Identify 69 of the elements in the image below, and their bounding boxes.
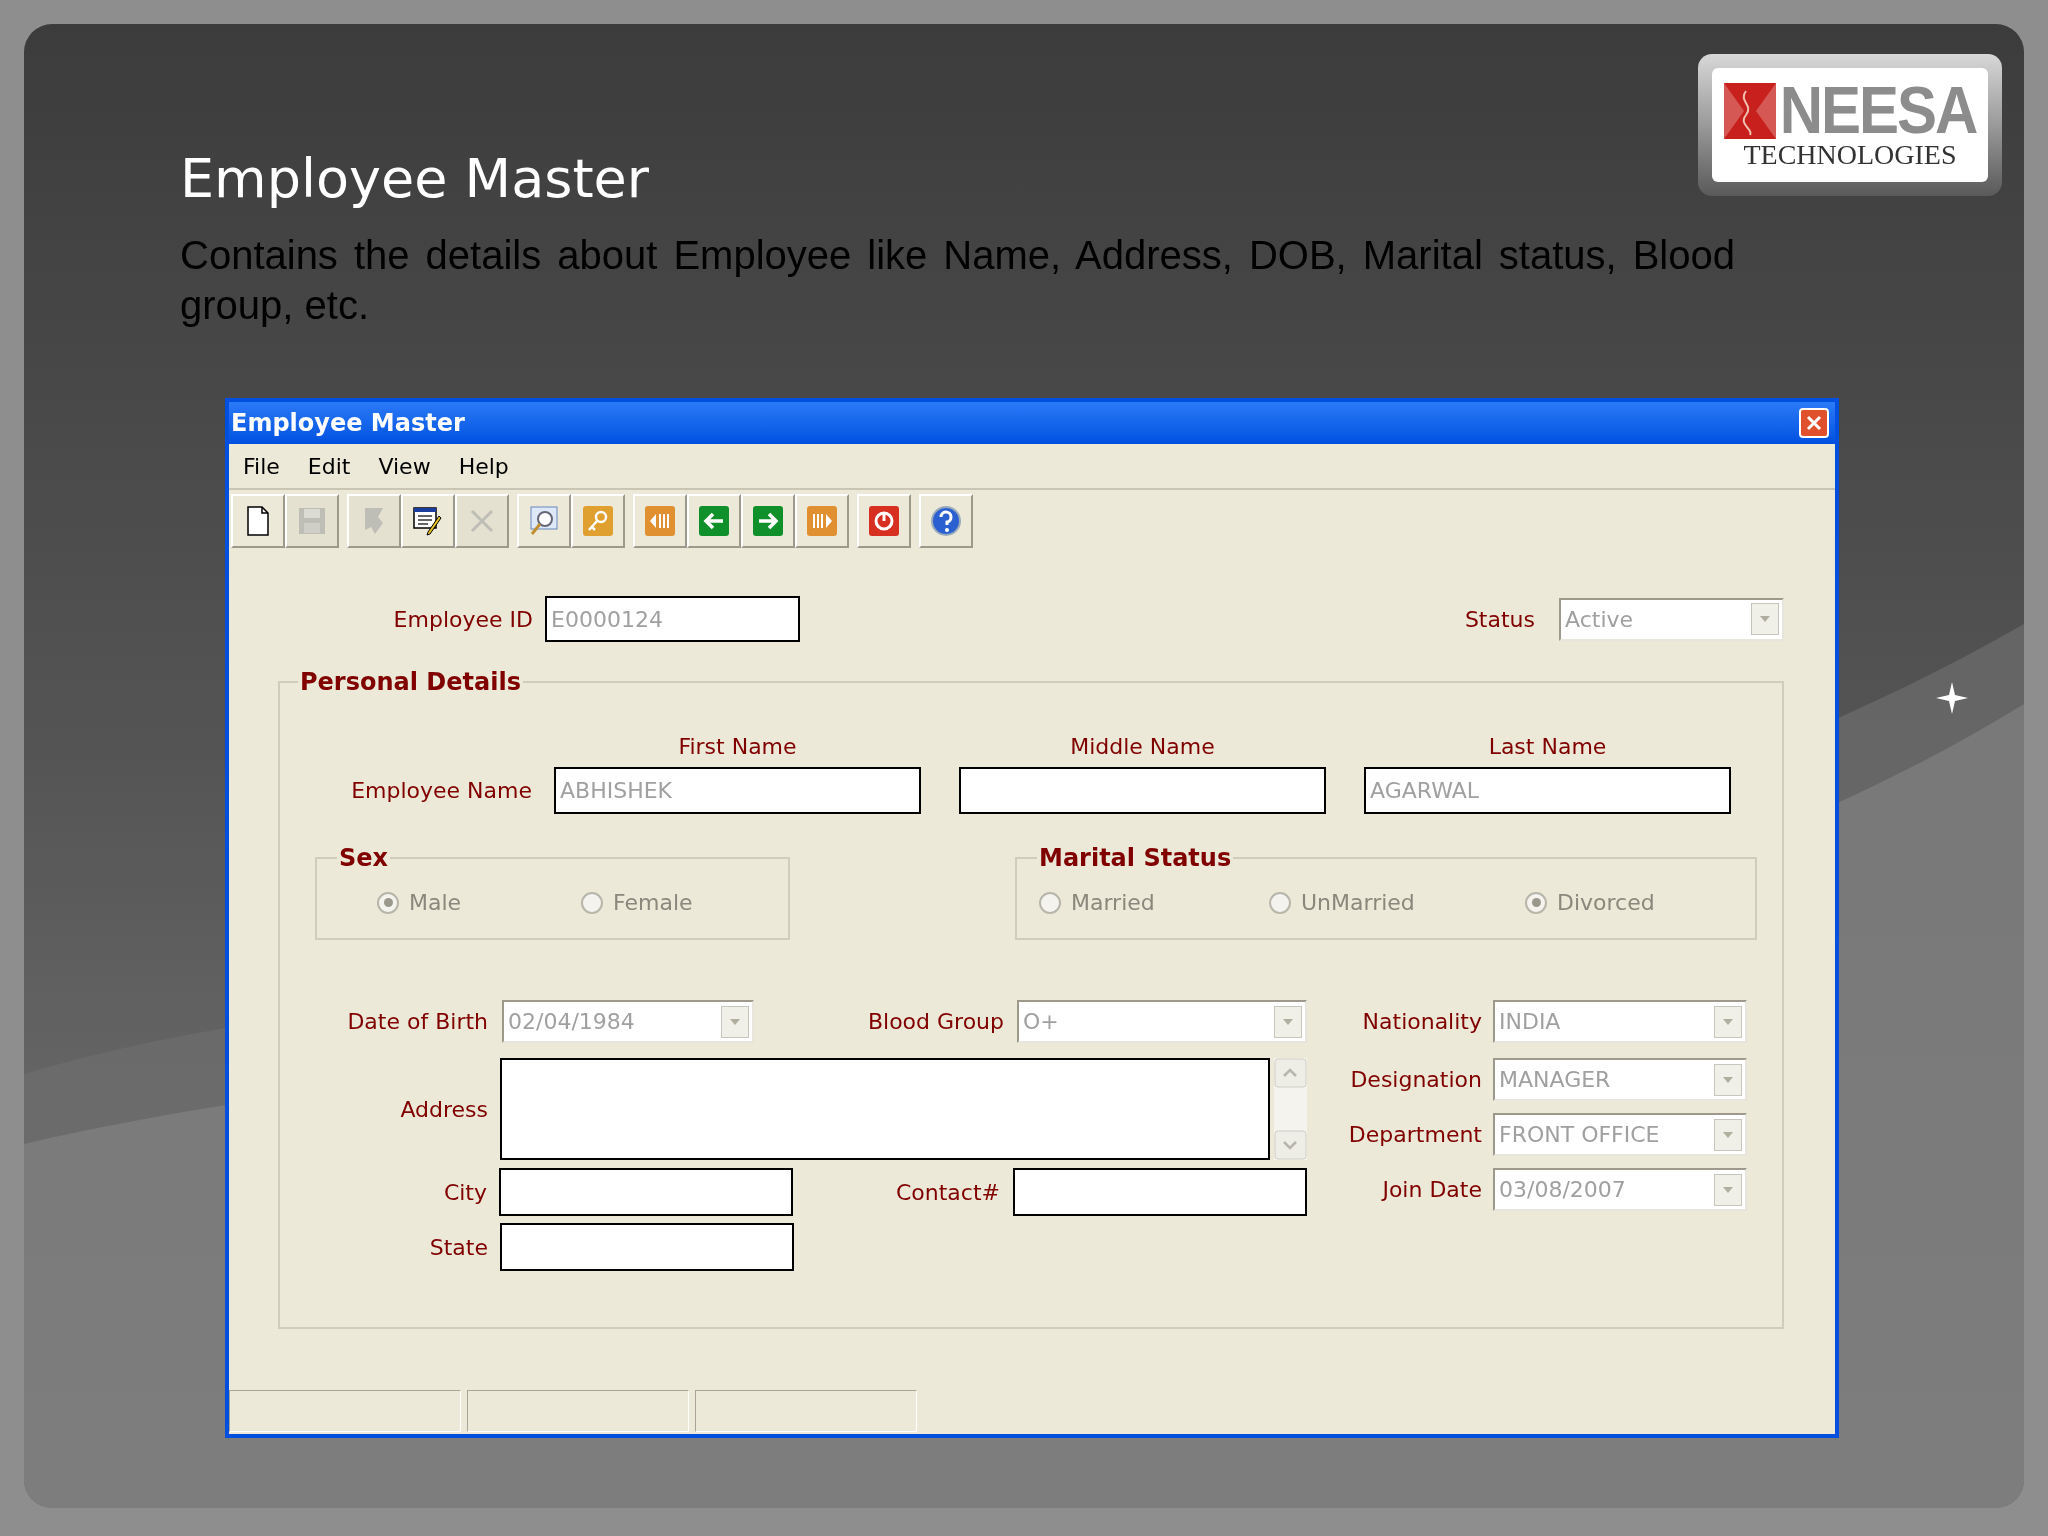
field-label: Department <box>1348 1121 1482 1149</box>
dropdown[interactable]: INDIA <box>1493 1000 1747 1043</box>
field-label: Join Date <box>1382 1176 1482 1204</box>
radio-label: Divorced <box>1557 889 1655 917</box>
field-label: State <box>429 1233 488 1262</box>
column-header: First Name <box>678 733 797 761</box>
scroll-down-icon <box>1274 1130 1307 1160</box>
menu-item[interactable]: Edit <box>307 449 351 483</box>
slide-title: Employee Master <box>180 152 650 206</box>
radio-label: Married <box>1071 889 1155 917</box>
radio-button[interactable] <box>1525 891 1547 914</box>
input-field[interactable] <box>500 1058 1270 1160</box>
sparkle-icon <box>1936 682 1968 714</box>
input-field[interactable] <box>500 1223 794 1271</box>
toolbar-button[interactable] <box>401 494 455 548</box>
toolbar-button[interactable] <box>231 494 285 548</box>
field-label: Status <box>1464 605 1535 634</box>
input-field[interactable]: ABHISHEK <box>554 767 921 814</box>
input-field[interactable]: AGARWAL <box>1364 767 1731 814</box>
radio-button[interactable] <box>581 891 603 914</box>
first-record-icon <box>643 504 677 538</box>
input-field[interactable] <box>499 1168 793 1216</box>
group-title: Sex <box>338 843 390 874</box>
field-label: Designation <box>1350 1066 1482 1094</box>
column-header: Middle Name <box>1070 733 1215 761</box>
last-record-icon <box>805 504 839 538</box>
dropdown[interactable]: 02/04/1984 <box>502 1000 754 1043</box>
field-label: Blood Group <box>867 1008 1004 1036</box>
key-icon <box>581 504 615 538</box>
dropdown[interactable]: MANAGER <box>1493 1058 1747 1101</box>
radio-label: Female <box>613 889 693 917</box>
scrollbar[interactable] <box>1274 1058 1307 1160</box>
toolbar-button[interactable] <box>919 494 973 548</box>
input-field[interactable] <box>1013 1168 1307 1216</box>
field-label: Contact# <box>895 1178 1000 1207</box>
field-label: Nationality <box>1362 1008 1482 1036</box>
dropdown[interactable]: O+ <box>1017 1000 1307 1043</box>
window-title: Employee Master <box>231 408 465 439</box>
column-header: Last Name <box>1488 733 1607 761</box>
toolbar-button[interactable] <box>857 494 911 548</box>
field-label: Address <box>400 1095 488 1124</box>
radio-label: UnMarried <box>1301 889 1415 917</box>
scroll-up-icon <box>1274 1058 1307 1088</box>
logo-mark-icon <box>1723 83 1776 139</box>
menu-item[interactable]: Help <box>458 449 509 483</box>
menu-item[interactable]: View <box>378 449 431 483</box>
logo-name: NEESA <box>1779 78 1977 144</box>
logo-tagline: TECHNOLOGIES <box>1743 141 1957 169</box>
group-title: Marital Status <box>1038 843 1233 874</box>
input-field[interactable] <box>959 767 1326 814</box>
radio-label: Male <box>409 889 462 917</box>
field-label: Date of Birth <box>347 1008 488 1036</box>
menu-item[interactable]: File <box>243 449 280 483</box>
group-title: Personal Details <box>299 667 522 698</box>
dropdown[interactable]: 03/08/2007 <box>1493 1168 1747 1211</box>
input-field[interactable]: E0000124 <box>545 596 800 642</box>
help-icon <box>929 504 963 538</box>
field-label: City <box>443 1178 487 1207</box>
slide-description: Contains the details about Employee like Name, Address, DOB, Marital status, Blood group, etc. <box>180 232 1735 329</box>
radio-button[interactable] <box>1269 891 1291 914</box>
power-icon <box>867 504 901 538</box>
close-icon <box>1806 415 1822 431</box>
dropdown[interactable]: Active <box>1559 597 1784 641</box>
close-button[interactable] <box>1799 408 1829 438</box>
dropdown[interactable]: FRONT OFFICE <box>1493 1113 1747 1156</box>
radio-button[interactable] <box>377 891 399 914</box>
field-label: Employee Name <box>351 777 532 805</box>
radio-button[interactable] <box>1039 891 1061 914</box>
field-label: Employee ID <box>393 605 533 634</box>
